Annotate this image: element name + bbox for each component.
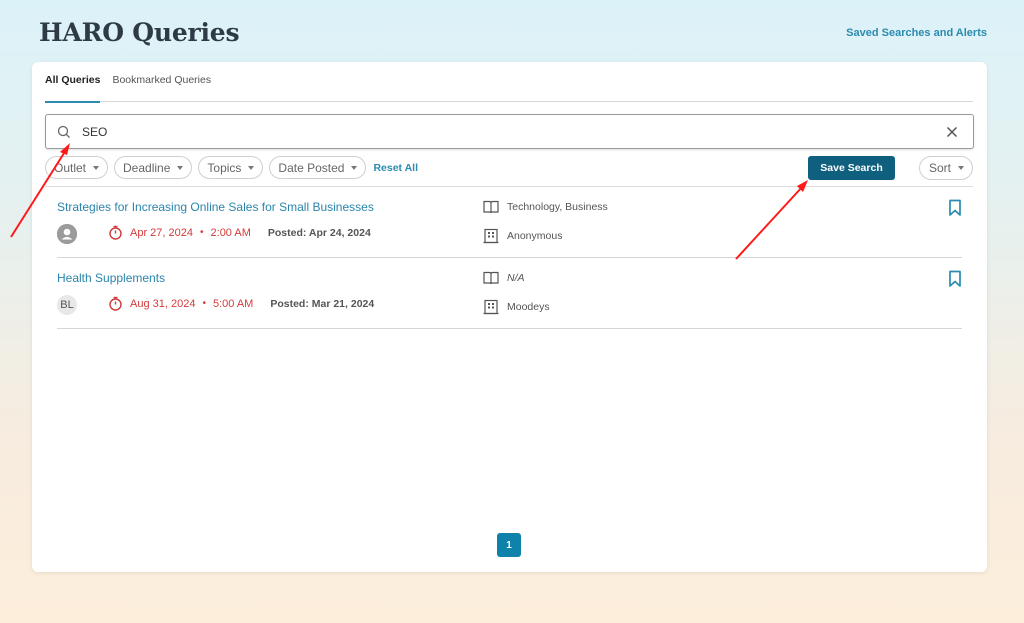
filter-bar: Outlet Deadline Topics Date Posted Reset… xyxy=(45,156,418,179)
chevron-down-icon xyxy=(248,165,255,170)
deadline-date: Apr 27, 2024 xyxy=(130,226,193,239)
queries-card: All Queries Bookmarked Queries Outlet De… xyxy=(32,62,987,572)
tab-bookmarked-queries[interactable]: Bookmarked Queries xyxy=(112,62,211,102)
search-box xyxy=(45,114,974,149)
filter-label: Topics xyxy=(207,160,242,175)
query-row: Health Supplements BL Aug 31, 2024 • 5:0… xyxy=(57,258,962,329)
filter-label: Deadline xyxy=(123,160,171,175)
deadline-date: Aug 31, 2024 xyxy=(130,297,196,310)
query-title[interactable]: Strategies for Increasing Online Sales f… xyxy=(57,200,374,214)
deadline: Aug 31, 2024 • 5:00 AM Posted: Mar 21, 2… xyxy=(108,296,374,311)
posted-date: Posted: Apr 24, 2024 xyxy=(267,226,371,239)
filter-label: Outlet xyxy=(54,160,87,175)
tab-bar: All Queries Bookmarked Queries xyxy=(45,62,973,103)
filter-label: Date Posted xyxy=(278,160,345,175)
avatar: BL xyxy=(57,295,77,315)
deadline: Apr 27, 2024 • 2:00 AM Posted: Apr 24, 2… xyxy=(108,225,371,240)
outlet-text: Anonymous xyxy=(507,230,563,242)
building-icon xyxy=(483,299,499,315)
book-icon xyxy=(483,271,499,285)
sort-label: Sort xyxy=(929,161,952,175)
deadline-time: 2:00 AM xyxy=(210,226,251,239)
search-input[interactable] xyxy=(82,124,945,139)
page-title: HARO Queries xyxy=(39,18,240,47)
outlet-text: Moodeys xyxy=(507,301,550,313)
separator: • xyxy=(200,227,204,238)
filter-outlet[interactable]: Outlet xyxy=(45,156,109,179)
filter-topics[interactable]: Topics xyxy=(198,156,264,179)
save-search-button[interactable]: Save Search xyxy=(808,156,895,180)
query-title[interactable]: Health Supplements xyxy=(57,271,165,285)
filter-date-posted[interactable]: Date Posted xyxy=(269,156,367,179)
bookmark-icon[interactable] xyxy=(948,199,962,217)
chevron-down-icon xyxy=(351,165,358,170)
stopwatch-icon xyxy=(109,225,122,240)
avatar xyxy=(57,224,77,244)
posted-date: Posted: Mar 21, 2024 xyxy=(270,297,375,310)
outlet: Moodeys xyxy=(483,299,550,315)
separator: • xyxy=(202,298,206,309)
deadline-time: 5:00 AM xyxy=(212,297,254,310)
generic-user-icon xyxy=(57,224,77,244)
filter-deadline[interactable]: Deadline xyxy=(114,156,193,179)
tab-all-queries[interactable]: All Queries xyxy=(45,62,101,103)
query-row: Strategies for Increasing Online Sales f… xyxy=(57,187,962,258)
topics: N/A xyxy=(483,271,525,285)
stopwatch-icon xyxy=(109,296,122,311)
book-icon xyxy=(483,200,499,214)
topics-text: Technology, Business xyxy=(507,201,608,213)
chevron-down-icon xyxy=(93,165,100,170)
chevron-down-icon xyxy=(177,165,184,170)
pagination-page-button[interactable]: 1 xyxy=(497,533,521,557)
bookmark-icon[interactable] xyxy=(948,270,962,288)
topics-text: N/A xyxy=(507,272,525,284)
outlet: Anonymous xyxy=(483,228,562,244)
close-icon[interactable] xyxy=(945,125,959,139)
topics: Technology, Business xyxy=(483,200,608,214)
search-icon xyxy=(57,125,71,139)
building-icon xyxy=(483,228,499,244)
chevron-down-icon xyxy=(958,166,965,170)
sort-dropdown[interactable]: Sort xyxy=(919,156,974,180)
saved-searches-link[interactable]: Saved Searches and Alerts xyxy=(846,27,987,39)
reset-all-link[interactable]: Reset All xyxy=(373,162,418,174)
